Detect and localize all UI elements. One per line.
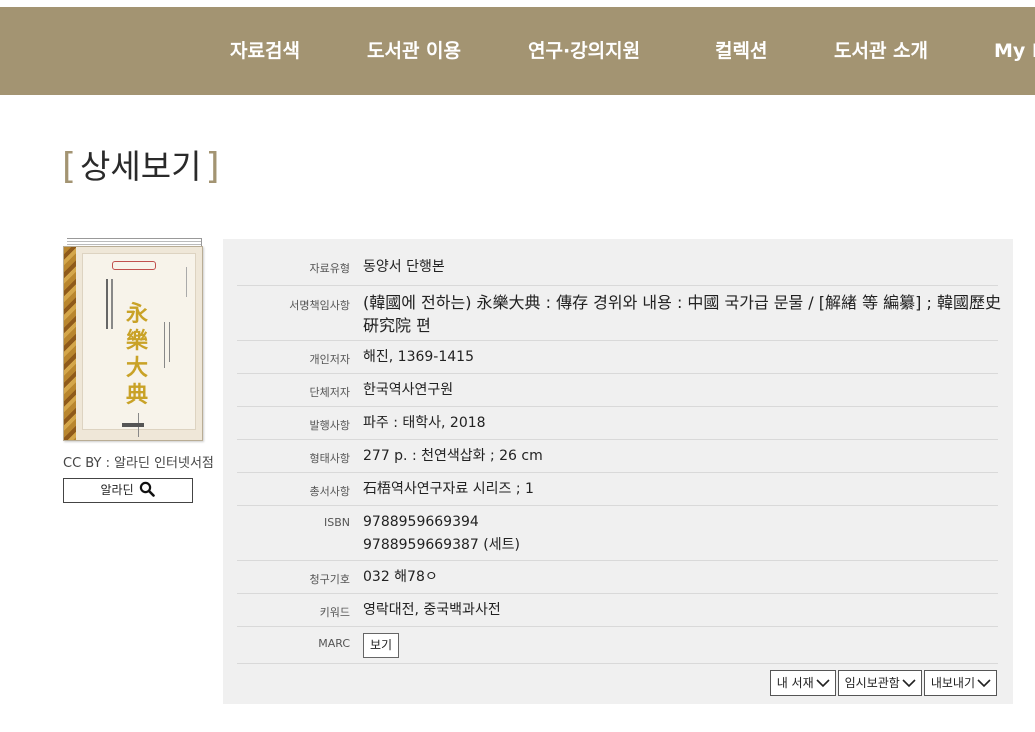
top-strip	[0, 0, 1035, 7]
detail-label: MARC	[318, 637, 350, 650]
detail-panel: 자료유형 동양서 단행본 서명책임사항 (韓國에 전하는) 永樂大典 : 傳存 …	[223, 239, 1013, 704]
chevron-down-icon	[816, 679, 830, 688]
my-library-dropdown[interactable]: 내 서재	[769, 670, 836, 696]
nav-item-search[interactable]: 자료검색	[230, 7, 300, 95]
detail-row: MARC 보기	[237, 626, 998, 664]
detail-label: 키워드	[319, 606, 350, 619]
detail-label: 개인저자	[309, 353, 350, 366]
detail-value: 동양서 단행본	[363, 259, 445, 275]
title-bracket-right: ]	[205, 146, 220, 187]
main-nav: 자료검색 도서관 이용 연구·강의지원 컬렉션 도서관 소개 My L	[0, 7, 1035, 95]
detail-row: 발행사항 파주 : 태학사, 2018	[237, 406, 998, 440]
detail-value: 277 p. : 천연색삽화 ; 26 cm	[363, 448, 543, 464]
cover-line	[106, 279, 108, 329]
nav-item-my-library[interactable]: My L	[994, 7, 1035, 95]
cover-title: 永樂大典	[125, 301, 148, 408]
detail-row: 키워드 영락대전, 중국백과사전	[237, 593, 998, 627]
page-title: [상세보기]	[62, 146, 220, 188]
temp-storage-dropdown[interactable]: 임시보관함	[837, 670, 922, 696]
book-spine-pattern	[64, 247, 76, 440]
detail-value: 石梧역사연구자료 시리즈 ; 1	[363, 481, 534, 497]
cover-line	[169, 322, 170, 362]
detail-value: 파주 : 태학사, 2018	[363, 415, 486, 431]
detail-label: 총서사항	[309, 485, 350, 498]
detail-row: 자료유형 동양서 단행본	[237, 254, 998, 285]
detail-row: 서명책임사항 (韓國에 전하는) 永樂大典 : 傳存 경위와 내용 : 中國 국…	[237, 285, 1001, 341]
detail-value: 한국역사연구원	[363, 382, 454, 398]
marc-view-button[interactable]: 보기	[363, 633, 400, 658]
title-bracket-left: [	[62, 146, 77, 187]
export-label: 내보내기	[930, 676, 975, 690]
detail-value: 영락대전, 중국백과사전	[363, 602, 501, 618]
cover-line	[111, 279, 113, 329]
book-cover[interactable]: 永樂大典	[63, 238, 203, 441]
detail-label: 자료유형	[309, 262, 350, 275]
search-icon	[139, 481, 156, 505]
detail-label: 형태사항	[309, 452, 350, 465]
chevron-down-icon	[902, 679, 916, 688]
export-dropdown[interactable]: 내보내기	[923, 670, 997, 696]
cover-line	[164, 322, 165, 368]
action-bar: 내 서재 임시보관함 내보내기	[768, 670, 997, 696]
detail-label: 발행사항	[309, 419, 350, 432]
nav-item-about-library[interactable]: 도서관 소개	[834, 7, 928, 95]
chevron-down-icon	[977, 679, 991, 688]
detail-row: ISBN 9788959669394 9788959669387 (세트)	[237, 505, 998, 561]
detail-row: 청구기호 032 해78ㅇ	[237, 560, 998, 594]
detail-row: 형태사항 277 p. : 천연색삽화 ; 26 cm	[237, 439, 998, 473]
aladin-button[interactable]: 알라딘	[63, 478, 193, 503]
detail-label: 서명책임사항	[289, 299, 350, 312]
cover-tag	[112, 261, 156, 270]
book-cover-front: 永樂大典	[63, 246, 203, 441]
isbn-value: 9788959669394	[363, 514, 479, 530]
detail-label: ISBN	[323, 516, 350, 529]
detail-title-value: (韓國에 전하는) 永樂大典 : 傳存 경위와 내용 : 中國 국가급 문물 /…	[363, 293, 1001, 335]
cover-publisher	[122, 423, 144, 427]
detail-value: 해진, 1369-1415	[363, 349, 474, 365]
nav-item-collection[interactable]: 컬렉션	[715, 7, 767, 95]
detail-label: 청구기호	[309, 573, 350, 586]
isbn-value-set: 9788959669387 (세트)	[363, 537, 520, 553]
detail-label: 단체저자	[309, 386, 350, 399]
page-title-text: 상세보기	[80, 147, 202, 186]
detail-row: 단체저자 한국역사연구원	[237, 373, 998, 407]
my-library-label: 내 서재	[776, 676, 814, 690]
nav-item-research-support[interactable]: 연구·강의지원	[528, 7, 640, 95]
detail-row: 개인저자 해진, 1369-1415	[237, 340, 998, 374]
temp-storage-label: 임시보관함	[844, 676, 900, 690]
nav-item-library-use[interactable]: 도서관 이용	[367, 7, 461, 95]
cover-credit: CC BY : 알라딘 인터넷서점	[63, 456, 214, 471]
detail-value: 032 해78ㅇ	[363, 569, 438, 585]
aladin-button-label: 알라딘	[100, 483, 134, 497]
cover-line	[186, 267, 187, 297]
detail-row: 총서사항 石梧역사연구자료 시리즈 ; 1	[237, 472, 998, 506]
